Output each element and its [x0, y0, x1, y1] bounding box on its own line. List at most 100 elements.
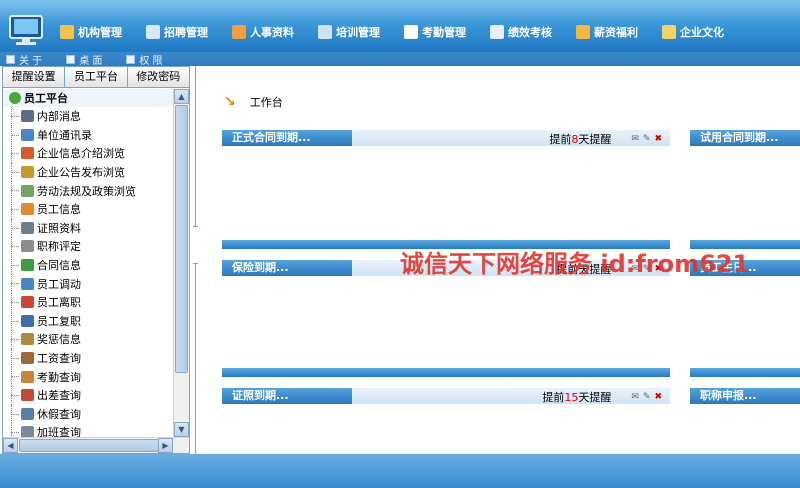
tree-item[interactable]: 证照资料	[3, 218, 173, 238]
subnav-about[interactable]: 关 于	[6, 52, 42, 67]
scroll-up-arrow-icon[interactable]: ▲	[174, 89, 189, 104]
performance-icon	[490, 25, 504, 39]
close-icon[interactable]: ✖	[654, 392, 662, 402]
tree-item-label: 证照资料	[37, 221, 81, 235]
tree-item-label: 员工离职	[37, 296, 81, 310]
tree-item[interactable]: 内部消息	[3, 107, 173, 126]
tree-item-icon	[21, 370, 34, 383]
tree-item-label: 员工调动	[37, 277, 81, 291]
panel-header: 正式合同到期... 提前 8 天提醒 ✉ ✎ ✖	[222, 130, 670, 146]
tree-item-icon	[21, 203, 34, 216]
nav-item-2[interactable]: 人事资料	[232, 24, 294, 40]
top-navigation-bar: 机构管理 招聘管理 人事资料 培训管理 考勤管理 绩效考核 薪资福利 企业文化	[0, 0, 800, 52]
tree-item-label: 考勤查询	[37, 370, 81, 384]
left-sidebar: 提醒设置 员工平台 修改密码 员工平台 内部消息 单位通讯录企业信息介绍浏览 企业公…	[2, 66, 190, 454]
tree-item-label: 劳动法规及政策浏览	[37, 184, 136, 198]
tree-item-icon	[21, 128, 34, 141]
panel-license-expiry: 证照到期... 提前 15 天提醒 ✉ ✎ ✖	[222, 388, 670, 454]
breadcrumb: ↘ 工作台	[224, 94, 283, 110]
computer-logo-icon	[9, 15, 43, 45]
nav-item-0[interactable]: 机构管理	[60, 24, 122, 40]
tab-reminder-settings[interactable]: 提醒设置	[3, 67, 66, 87]
panel-footer	[690, 368, 800, 377]
edit-icon[interactable]: ✎	[643, 134, 651, 144]
envelope-icon[interactable]: ✉	[631, 392, 639, 402]
nav-item-label: 招聘管理	[164, 26, 208, 39]
employee-platform-icon	[9, 92, 21, 104]
tree-item[interactable]: 合同信息	[3, 255, 173, 275]
vertical-scrollbar[interactable]: ▲ ▼	[173, 89, 189, 437]
nav-item-5[interactable]: 绩效考核	[490, 24, 552, 40]
nav-item-6[interactable]: 薪资福利	[576, 24, 638, 40]
tree-item[interactable]: 企业信息介绍浏览	[3, 144, 173, 163]
training-icon	[318, 25, 332, 39]
vertical-scroll-thumb[interactable]	[175, 105, 188, 373]
tree-item[interactable]: 加班查询	[3, 423, 173, 437]
tree-item[interactable]: 单位通讯录	[3, 125, 173, 145]
navigation-tree: 员工平台 内部消息 单位通讯录企业信息介绍浏览 企业公告发布浏览劳动法规及政策浏览员…	[3, 89, 173, 437]
tree-item[interactable]: 员工调动	[3, 274, 173, 293]
tree-item[interactable]: 出差查询	[3, 385, 173, 405]
nav-item-label: 人事资料	[250, 26, 294, 39]
horizontal-scrollbar[interactable]: ◀ ▶	[3, 437, 189, 453]
tree-item[interactable]: 工资查询	[3, 348, 173, 368]
subnav-desktop-label: 桌 面	[79, 55, 103, 67]
tree-item-label: 员工复职	[37, 314, 81, 328]
tree-item-label: 企业信息介绍浏览	[37, 147, 125, 161]
remind-days: 8	[571, 132, 579, 146]
bottom-status-bar	[0, 454, 800, 488]
subnav-permission[interactable]: 权 限	[126, 52, 163, 67]
panel-header: 职称申报...	[690, 388, 800, 404]
panel-header: 证照到期... 提前 15 天提醒 ✉ ✎ ✖	[222, 388, 670, 404]
tree-item[interactable]: 考勤查询	[3, 367, 173, 386]
scroll-down-arrow-icon[interactable]: ▼	[174, 422, 189, 437]
nav-item-3[interactable]: 培训管理	[318, 24, 380, 40]
envelope-icon[interactable]: ✉	[631, 134, 639, 144]
tree-item-icon	[21, 110, 34, 123]
nav-item-1[interactable]: 招聘管理	[146, 24, 208, 40]
nav-item-4[interactable]: 考勤管理	[404, 24, 466, 40]
panel-title[interactable]: 保险到期...	[222, 260, 352, 276]
tree-item-icon	[21, 352, 34, 365]
panel-title[interactable]: 职称申报...	[690, 388, 800, 404]
subnav-desktop[interactable]: 桌 面	[66, 52, 102, 67]
tab-employee-platform[interactable]: 员工平台	[65, 67, 128, 87]
subnav-about-label: 关 于	[19, 55, 43, 67]
tree-item-icon	[21, 166, 34, 179]
tree-item-label: 合同信息	[37, 259, 81, 273]
tree-item[interactable]: 休假查询	[3, 404, 173, 424]
edit-icon[interactable]: ✎	[643, 392, 651, 402]
panel-title[interactable]: 试用合同到期...	[690, 130, 800, 146]
panel-reminder: 提前 8 天提醒 ✉ ✎ ✖	[549, 131, 662, 147]
tree-item[interactable]: 员工离职	[3, 292, 173, 312]
close-icon[interactable]: ✖	[654, 134, 662, 144]
tree-item-label: 内部消息	[37, 110, 81, 124]
nav-item-label: 企业文化	[680, 26, 724, 39]
nav-item-label: 培训管理	[336, 26, 380, 39]
tree-item-icon	[21, 333, 34, 346]
panel-header: 试用合同到期...	[690, 130, 800, 146]
tree-item-label: 奖惩信息	[37, 333, 81, 347]
tree-item[interactable]: 企业公告发布浏览	[3, 162, 173, 182]
tree-item[interactable]: 员工信息	[3, 199, 173, 219]
tree-item[interactable]: 员工复职	[3, 311, 173, 331]
arrow-icon: ↘	[224, 94, 236, 110]
panel-title[interactable]: 证照到期...	[222, 388, 352, 404]
tree-item[interactable]: 劳动法规及政策浏览	[3, 181, 173, 200]
horizontal-scroll-thumb[interactable]	[19, 439, 159, 452]
scroll-left-arrow-icon[interactable]: ◀	[3, 438, 18, 453]
tree-item-label: 员工信息	[37, 203, 81, 217]
tree-item[interactable]: 职称评定	[3, 237, 173, 256]
panel-title[interactable]: 正式合同到期...	[222, 130, 352, 146]
tree-item-icon	[21, 389, 34, 402]
remind-days: 15	[564, 390, 579, 404]
tree-root[interactable]: 员工平台	[3, 89, 173, 107]
subnav-permission-label: 权 限	[139, 55, 163, 67]
scroll-right-arrow-icon[interactable]: ▶	[158, 438, 173, 453]
tree-item-label: 工资查询	[37, 352, 81, 366]
nav-item-7[interactable]: 企业文化	[662, 24, 724, 40]
tab-change-password[interactable]: 修改密码	[127, 67, 189, 87]
panel-probation-expiry: 试用合同到期...	[690, 130, 800, 260]
tree-item[interactable]: 奖惩信息	[3, 330, 173, 349]
tree-item-label: 休假查询	[37, 407, 81, 421]
